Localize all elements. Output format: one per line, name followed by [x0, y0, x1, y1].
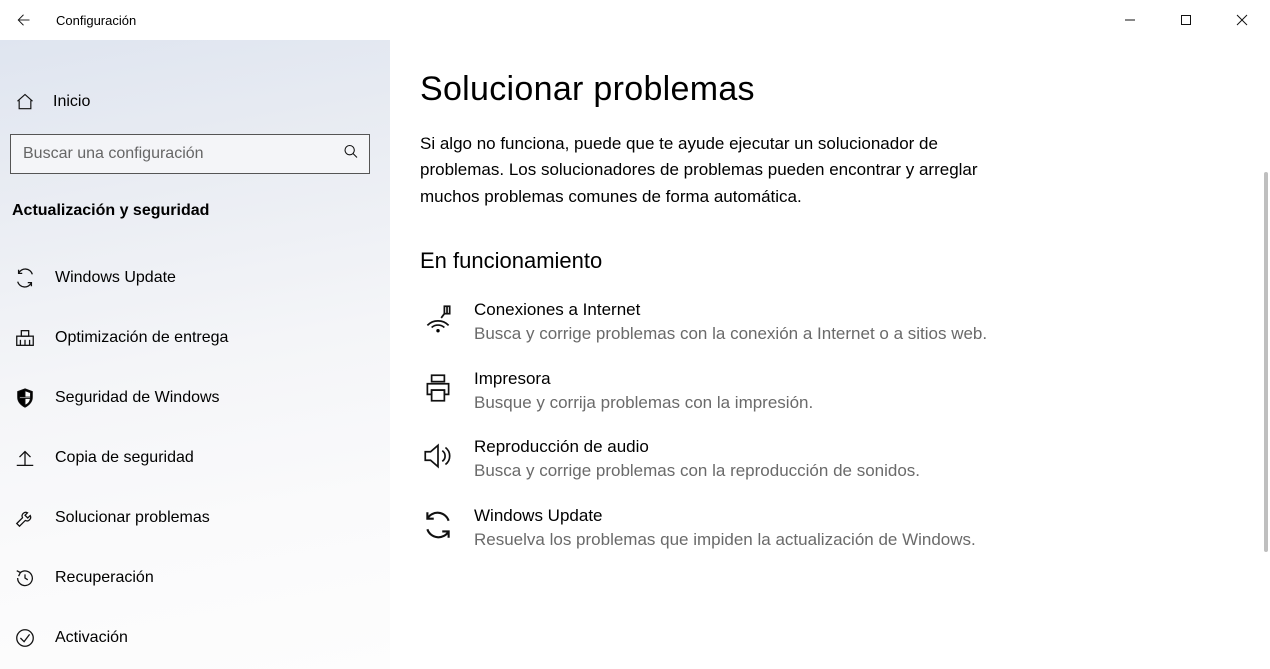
scrollbar[interactable] [1264, 172, 1268, 669]
sidebar-item-activation[interactable]: Activación [0, 608, 390, 668]
minimize-icon [1124, 14, 1136, 26]
sidebar-item-label: Copia de seguridad [55, 449, 194, 467]
titlebar-left: Configuración [10, 0, 136, 40]
sidebar-item-label: Recuperación [55, 569, 154, 587]
audio-icon [420, 439, 456, 475]
troubleshooter-title: Impresora [474, 369, 1020, 389]
troubleshooter-internet[interactable]: Conexiones a Internet Busca y corrige pr… [420, 300, 1020, 347]
search-container [0, 124, 390, 184]
body: Inicio Actualización y seguridad [0, 40, 1270, 669]
sidebar-section-title: Actualización y seguridad [0, 192, 390, 230]
activation-icon [13, 626, 37, 650]
sidebar-item-home[interactable]: Inicio [0, 80, 390, 124]
printer-icon [420, 371, 456, 407]
home-label: Inicio [53, 93, 90, 111]
sidebar-nav: Windows Update Optimizaci [0, 248, 390, 668]
window-controls [1102, 0, 1270, 40]
backup-icon [13, 446, 37, 470]
shield-icon [13, 386, 37, 410]
content-area: Solucionar problemas Si algo no funciona… [390, 40, 1270, 669]
recovery-icon [13, 566, 37, 590]
troubleshooter-list: Conexiones a Internet Busca y corrige pr… [420, 300, 1020, 553]
close-button[interactable] [1214, 0, 1270, 40]
sidebar-item-label: Activación [55, 629, 128, 647]
page-description: Si algo no funciona, puede que te ayude … [420, 131, 990, 210]
titlebar: Configuración [0, 0, 1270, 40]
search-input[interactable] [23, 145, 329, 163]
troubleshooter-title: Conexiones a Internet [474, 300, 1020, 320]
update-icon [420, 508, 456, 544]
maximize-button[interactable] [1158, 0, 1214, 40]
troubleshooter-desc: Busca y corrige problemas con la reprodu… [474, 459, 1020, 484]
search-icon [343, 144, 359, 165]
page-title: Solucionar problemas [420, 70, 1240, 109]
sidebar-item-troubleshoot[interactable]: Solucionar problemas [0, 488, 390, 548]
troubleshooter-audio[interactable]: Reproducción de audio Busca y corrige pr… [420, 437, 1020, 484]
search-box[interactable] [10, 134, 370, 174]
sync-icon [13, 266, 37, 290]
maximize-icon [1180, 14, 1192, 26]
sidebar-item-delivery-optimization[interactable]: Optimización de entrega [0, 308, 390, 368]
troubleshooter-printer[interactable]: Impresora Busque y corrija problemas con… [420, 369, 1020, 416]
close-icon [1236, 14, 1248, 26]
section-heading: En funcionamiento [420, 248, 1240, 274]
back-arrow-icon [13, 11, 31, 29]
sidebar-item-label: Seguridad de Windows [55, 389, 220, 407]
scrollbar-thumb[interactable] [1264, 172, 1268, 552]
settings-window: Configuración [0, 0, 1270, 669]
troubleshooter-desc: Busca y corrige problemas con la conexió… [474, 322, 1020, 347]
sidebar-item-label: Solucionar problemas [55, 509, 210, 527]
troubleshooter-desc: Busque y corrija problemas con la impres… [474, 391, 1020, 416]
sidebar-item-windows-security[interactable]: Seguridad de Windows [0, 368, 390, 428]
sidebar: Inicio Actualización y seguridad [0, 40, 390, 669]
home-icon [13, 90, 37, 114]
minimize-button[interactable] [1102, 0, 1158, 40]
troubleshooter-title: Windows Update [474, 506, 1020, 526]
window-title: Configuración [56, 13, 136, 28]
sidebar-item-backup[interactable]: Copia de seguridad [0, 428, 390, 488]
back-button[interactable] [10, 0, 34, 40]
sidebar-item-recovery[interactable]: Recuperación [0, 548, 390, 608]
delivery-icon [13, 326, 37, 350]
wrench-icon [13, 506, 37, 530]
sidebar-item-windows-update[interactable]: Windows Update [0, 248, 390, 308]
troubleshooter-desc: Resuelva los problemas que impiden la ac… [474, 528, 1020, 553]
troubleshooter-title: Reproducción de audio [474, 437, 1020, 457]
sidebar-item-label: Windows Update [55, 269, 176, 287]
wifi-icon [420, 302, 456, 338]
troubleshooter-windows-update[interactable]: Windows Update Resuelva los problemas qu… [420, 506, 1020, 553]
sidebar-item-label: Optimización de entrega [55, 329, 228, 347]
